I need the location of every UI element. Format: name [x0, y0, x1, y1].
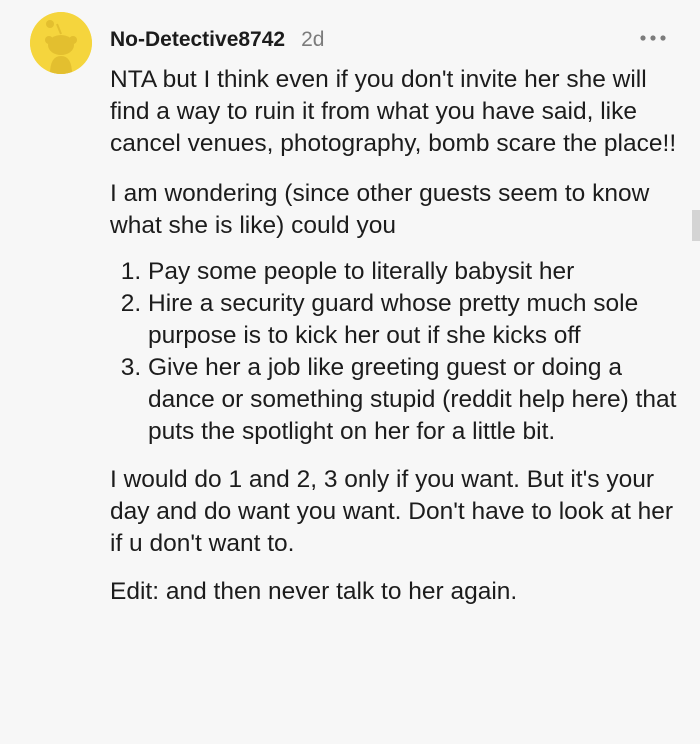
comment-paragraph: I am wondering (since other guests seem …	[110, 180, 650, 239]
list-item: Hire a security guard whose pretty much …	[148, 288, 682, 352]
scrollbar-thumb[interactable]	[692, 210, 700, 241]
more-options-icon	[640, 35, 666, 41]
comment-paragraph: Edit: and then never talk to her again.	[110, 578, 518, 605]
more-options-button[interactable]	[636, 26, 670, 50]
reddit-snoo-avatar-icon	[30, 12, 92, 74]
comment-header: No-Detective8742 2d	[110, 25, 324, 55]
comment-card: No-Detective8742 2d NTA but I think even…	[0, 0, 700, 744]
list-item: Give her a job like greeting guest or do…	[148, 352, 682, 448]
comment-paragraph: NTA but I think even if you don't invite…	[110, 66, 677, 157]
comment-age: 2d	[301, 28, 325, 51]
list-item: Pay some people to literally babysit her	[148, 256, 682, 288]
comment-body: NTA but I think even if you don't invite…	[110, 64, 682, 608]
suggestion-list: Pay some people to literally babysit her…	[110, 256, 682, 448]
comment-paragraph: I would do 1 and 2, 3 only if you want. …	[110, 466, 674, 557]
avatar[interactable]	[30, 12, 92, 74]
username-link[interactable]: No-Detective8742	[110, 28, 285, 52]
